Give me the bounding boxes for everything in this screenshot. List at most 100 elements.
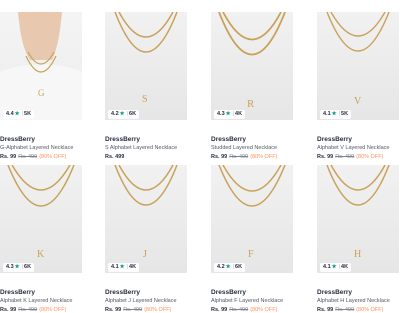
product-brand: DressBerry [0,136,36,143]
product-card[interactable]: F 4.2★ |6K DressBerry Alphabet F Layered … [211,165,293,313]
star-icon: ★ [14,264,20,270]
current-price: Rs. 99 [211,154,228,160]
product-image[interactable]: R [211,12,293,120]
product-price: Rs. 99 Rs. 499 (80% OFF) [105,307,171,313]
product-price: Rs. 99 Rs. 499 (80% OFF) [317,307,383,313]
discount-label: (80% OFF) [144,307,172,313]
current-price: Rs. 99 [317,307,334,313]
product-name: Studded Layered Necklace [211,145,278,151]
rating-badge: 4.2★ |6K [214,263,246,272]
product-price: Rs. 499 [105,154,128,160]
product-name: Alphabet J Layered Necklace [105,298,177,304]
product-image[interactable]: S [105,12,187,120]
original-price: Rs. 499 [229,154,249,160]
discount-label: (80% OFF) [250,154,278,160]
svg-text:F: F [248,249,254,260]
product-name: Alphabet H Layered Necklace [317,298,390,304]
original-price: Rs. 499 [335,154,355,160]
rating-count: 5K [24,111,32,117]
product-card[interactable]: K 4.3★ |6K DressBerry Alphabet K Layered … [0,165,82,313]
rating-count: 4K [341,264,349,270]
product-image[interactable]: F [211,165,293,273]
product-name: Alphabet F Layered Necklace [211,298,284,304]
original-price: Rs. 499 [18,154,38,160]
star-icon: ★ [225,111,231,117]
necklace-image: V [326,12,390,107]
star-icon: ★ [331,111,337,117]
rating-badge: 4.3★ |6K [3,263,35,272]
product-image[interactable]: K [0,165,82,273]
product-price: Rs. 99 Rs. 499 (80% OFF) [211,307,277,313]
rating-value: 4.1 [323,111,331,117]
svg-text:S: S [142,94,148,105]
rating-value: 4.1 [323,264,331,270]
product-brand: DressBerry [105,136,141,143]
svg-text:R: R [247,98,255,110]
star-icon: ★ [119,111,125,117]
product-image[interactable]: V [317,12,399,120]
rating-count: 4K [129,264,137,270]
current-price: Rs. 99 [0,154,17,160]
original-price: Rs. 499 [335,307,355,313]
product-name: Alphabet V Layered Necklace [317,145,390,151]
product-name: G-Alphabet Layered Necklace [0,145,74,151]
rating-badge: 4.1★ |4K [320,263,352,272]
rating-badge: 4.1★ |4K [108,263,140,272]
product-brand: DressBerry [317,136,353,143]
product-brand: DressBerry [211,289,247,296]
original-price: Rs. 499 [123,307,143,313]
product-card[interactable]: H 4.1★ |4K DressBerry Alphabet H Layered … [317,165,399,313]
necklace-image: R [218,12,286,110]
rating-value: 4.4 [6,111,14,117]
discount-label: (80% OFF) [250,307,278,313]
product-card[interactable]: R 4.3★ |4K DressBerry Studded Layered Nec… [211,12,293,160]
rating-value: 4.3 [217,111,225,117]
current-price: Rs. 99 [0,307,17,313]
product-image[interactable]: G [0,12,82,120]
product-price: Rs. 99 Rs. 499 (80% OFF) [0,307,66,313]
svg-text:J: J [143,249,147,260]
necklace-on-model-image: G [0,12,82,120]
current-price: Rs. 499 [105,154,125,160]
product-image[interactable]: H [317,165,399,273]
rating-badge: 4.2★ |6K [108,110,140,119]
rating-value: 4.1 [111,264,119,270]
discount-label: (80% OFF) [356,307,384,313]
necklace-image: K [7,165,75,260]
necklace-image: S [114,12,178,105]
rating-value: 4.3 [6,264,14,270]
rating-badge: 4.3★ |4K [214,110,246,119]
product-brand: DressBerry [211,136,247,143]
product-image[interactable]: J [105,165,187,273]
rating-count: 6K [129,111,137,117]
necklace-image: J [114,165,178,260]
product-price: Rs. 99 Rs. 499 (80% OFF) [0,154,66,160]
discount-label: (80% OFF) [39,154,67,160]
svg-text:H: H [354,249,361,260]
current-price: Rs. 99 [211,307,228,313]
star-icon: ★ [14,111,20,117]
product-brand: DressBerry [105,289,141,296]
rating-count: 6K [235,264,243,270]
necklace-image: F [218,165,286,260]
svg-text:G: G [38,88,45,98]
product-name: S Alphabet Layered Necklace [105,145,178,151]
product-card[interactable]: V 4.1★ |5K DressBerry Alphabet V Layered … [317,12,399,160]
rating-value: 4.2 [111,111,119,117]
necklace-image: H [326,165,390,260]
current-price: Rs. 99 [105,307,122,313]
rating-count: 5K [341,111,349,117]
rating-badge: 4.4★ |5K [3,110,35,119]
current-price: Rs. 99 [317,154,334,160]
rating-badge: 4.1★ |5K [320,110,352,119]
product-price: Rs. 99 Rs. 499 (80% OFF) [211,154,277,160]
discount-label: (80% OFF) [356,154,384,160]
product-card[interactable]: J 4.1★ |4K DressBerry Alphabet J Layered … [105,165,187,313]
product-price: Rs. 99 Rs. 499 (80% OFF) [317,154,383,160]
star-icon: ★ [331,264,337,270]
rating-value: 4.2 [217,264,225,270]
product-card[interactable]: G 4.4★ |5K DressBerry G-Alphabet Layered … [0,12,82,160]
rating-count: 4K [235,111,243,117]
product-card[interactable]: S 4.2★ |6K DressBerry S Alphabet Layered … [105,12,187,160]
original-price: Rs. 499 [229,307,249,313]
